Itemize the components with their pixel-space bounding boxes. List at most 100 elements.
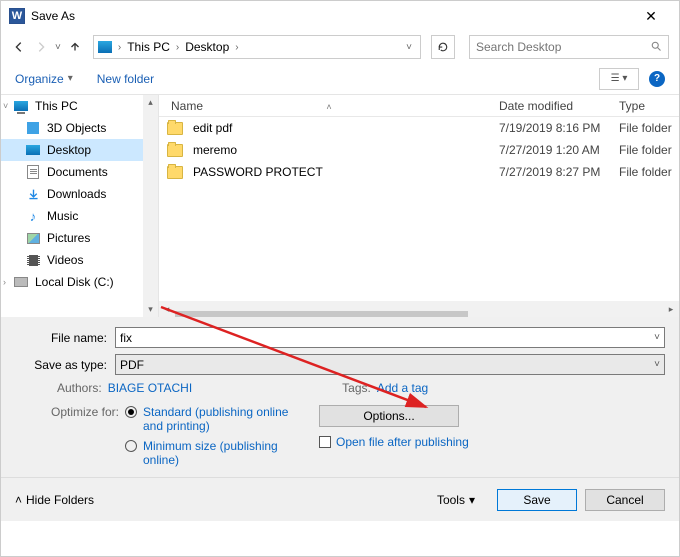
- explorer-body: ˅ This PC 3D Objects Desktop Documents D…: [1, 95, 679, 317]
- sidebar-item-localdisk[interactable]: › Local Disk (C:): [1, 271, 158, 293]
- music-icon: ♪: [25, 209, 41, 223]
- column-name[interactable]: Name ˄: [167, 99, 499, 113]
- savetype-field[interactable]: PDF ˅: [115, 354, 665, 375]
- file-type: File folder: [619, 165, 679, 179]
- sidebar-label: Local Disk (C:): [35, 275, 114, 289]
- back-button[interactable]: [11, 39, 27, 55]
- folder-icon: [167, 144, 183, 157]
- file-type: File folder: [619, 121, 679, 135]
- footer: ˄ Hide Folders Tools ▾ Save Cancel: [1, 477, 679, 521]
- authors-value[interactable]: BIAGE OTACHI: [108, 381, 192, 395]
- sidebar-item-desktop[interactable]: Desktop: [1, 139, 158, 161]
- breadcrumb-desktop[interactable]: Desktop: [181, 38, 233, 56]
- dropdown-icon[interactable]: ˅: [654, 332, 660, 343]
- up-button[interactable]: [67, 39, 83, 55]
- options-button[interactable]: Options...: [319, 405, 459, 427]
- sidebar-item-videos[interactable]: Videos: [1, 249, 158, 271]
- option-standard[interactable]: Standard (publishing online and printing…: [143, 405, 293, 433]
- file-date: 7/27/2019 8:27 PM: [499, 165, 619, 179]
- sidebar-item-downloads[interactable]: Downloads: [1, 183, 158, 205]
- scroll-track[interactable]: [143, 110, 158, 302]
- expand-icon[interactable]: ›: [3, 277, 6, 287]
- documents-icon: [25, 165, 41, 179]
- view-options-button[interactable]: ☰ ▾: [599, 68, 639, 90]
- chevron-down-icon: ▾: [68, 73, 73, 84]
- file-list: Name ˄ Date modified Type edit pdf 7/19/…: [159, 95, 679, 317]
- open-after-label[interactable]: Open file after publishing: [336, 435, 469, 449]
- sidebar-label: Videos: [47, 253, 83, 267]
- pc-icon: [13, 99, 29, 113]
- file-name: PASSWORD PROTECT: [193, 165, 499, 179]
- address-dropdown[interactable]: ˅: [402, 42, 416, 53]
- dropdown-icon[interactable]: ˅: [654, 359, 660, 370]
- title-bar: W Save As ✕: [1, 1, 679, 31]
- file-row[interactable]: PASSWORD PROTECT 7/27/2019 8:27 PM File …: [159, 161, 679, 183]
- file-row[interactable]: meremo 7/27/2019 1:20 AM File folder: [159, 139, 679, 161]
- sidebar-item-pictures[interactable]: Pictures: [1, 227, 158, 249]
- help-button[interactable]: ?: [649, 71, 665, 87]
- chevron-right-icon: ›: [118, 42, 121, 53]
- pictures-icon: [25, 231, 41, 245]
- savetype-value: PDF: [120, 358, 654, 372]
- option-minimum[interactable]: Minimum size (publishing online): [143, 439, 293, 467]
- 3d-icon: [25, 121, 41, 135]
- toolbar: Organize ▾ New folder ☰ ▾ ?: [1, 63, 679, 95]
- tools-menu[interactable]: Tools ▾: [437, 493, 475, 507]
- pc-icon: [98, 41, 112, 53]
- scroll-left-icon[interactable]: ◂: [159, 301, 175, 317]
- sidebar-scrollbar[interactable]: ▴ ▾: [143, 95, 158, 317]
- column-date[interactable]: Date modified: [499, 99, 619, 113]
- search-box[interactable]: [469, 35, 669, 59]
- optimize-label: Optimize for:: [49, 405, 119, 433]
- scroll-up-icon[interactable]: ▴: [143, 95, 158, 110]
- file-date: 7/19/2019 8:16 PM: [499, 121, 619, 135]
- chevron-right-icon: ›: [235, 42, 238, 53]
- filename-input[interactable]: [120, 331, 654, 345]
- radio-standard[interactable]: [125, 406, 137, 418]
- open-after-checkbox[interactable]: [319, 436, 331, 448]
- new-folder-button[interactable]: New folder: [97, 72, 154, 86]
- chevron-right-icon: ›: [176, 42, 179, 53]
- file-date: 7/27/2019 1:20 AM: [499, 143, 619, 157]
- sort-indicator-icon: ˄: [326, 102, 331, 112]
- forward-button[interactable]: [33, 39, 49, 55]
- desktop-icon: [25, 143, 41, 157]
- hide-folders-label: Hide Folders: [26, 493, 94, 507]
- organize-menu[interactable]: Organize ▾: [15, 72, 73, 86]
- organize-label: Organize: [15, 72, 64, 86]
- sidebar-label: 3D Objects: [47, 121, 106, 135]
- folder-icon: [167, 122, 183, 135]
- close-button[interactable]: ✕: [631, 1, 671, 31]
- history-dropdown[interactable]: ˅: [55, 42, 61, 53]
- tags-value[interactable]: Add a tag: [377, 381, 428, 395]
- expand-icon[interactable]: ˅: [3, 101, 8, 111]
- file-row[interactable]: edit pdf 7/19/2019 8:16 PM File folder: [159, 117, 679, 139]
- sidebar-item-thispc[interactable]: ˅ This PC: [1, 95, 158, 117]
- cancel-button[interactable]: Cancel: [585, 489, 665, 511]
- tags-label: Tags:: [342, 381, 371, 395]
- disk-icon: [13, 275, 29, 289]
- search-input[interactable]: [476, 40, 650, 54]
- hide-folders-button[interactable]: ˄ Hide Folders: [15, 493, 94, 507]
- word-app-icon: W: [9, 8, 25, 24]
- sidebar-item-documents[interactable]: Documents: [1, 161, 158, 183]
- sidebar-label: Documents: [47, 165, 108, 179]
- file-rows: edit pdf 7/19/2019 8:16 PM File folder m…: [159, 117, 679, 301]
- address-bar[interactable]: › This PC › Desktop › ˅: [93, 35, 421, 59]
- sidebar-item-3dobjects[interactable]: 3D Objects: [1, 117, 158, 139]
- scroll-down-icon[interactable]: ▾: [143, 302, 158, 317]
- sidebar-label: Desktop: [47, 143, 91, 157]
- scroll-right-icon[interactable]: ▸: [663, 301, 679, 317]
- sidebar-item-music[interactable]: ♪ Music: [1, 205, 158, 227]
- refresh-button[interactable]: [431, 35, 455, 59]
- column-type[interactable]: Type: [619, 99, 679, 113]
- horizontal-scrollbar[interactable]: ◂ ▸: [159, 301, 679, 317]
- save-button[interactable]: Save: [497, 489, 577, 511]
- chevron-down-icon: ▾: [469, 493, 475, 507]
- save-panel: File name: ˅ Save as type: PDF ˅ Authors…: [1, 317, 679, 477]
- filename-field[interactable]: ˅: [115, 327, 665, 348]
- breadcrumb-this-pc[interactable]: This PC: [123, 38, 174, 56]
- column-headers: Name ˄ Date modified Type: [159, 95, 679, 117]
- filename-label: File name:: [15, 331, 115, 345]
- radio-minimum[interactable]: [125, 440, 137, 452]
